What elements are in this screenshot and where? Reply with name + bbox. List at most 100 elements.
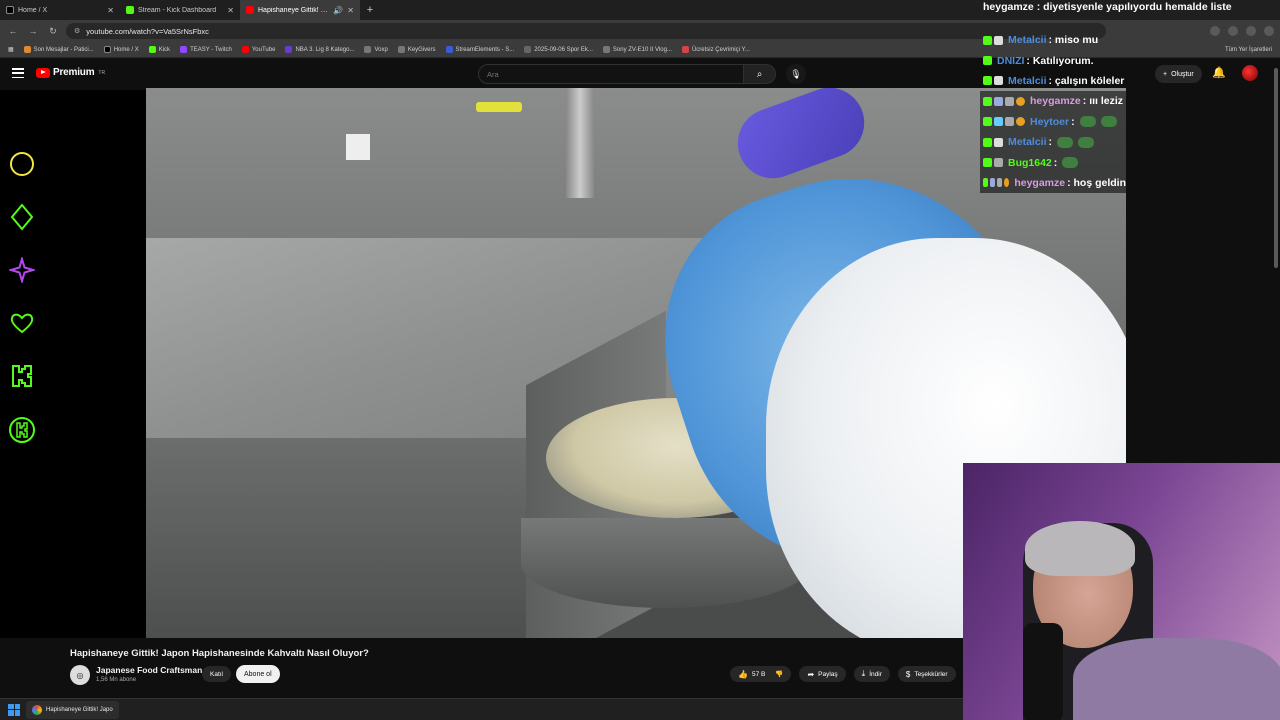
emote-icon	[1078, 136, 1095, 148]
tab-x-home[interactable]: Home / X ✕	[0, 0, 120, 20]
chat-user: Metalcii	[1008, 74, 1047, 87]
subscriber-count: 1,56 Mn abone	[96, 677, 137, 683]
chat-user: Metalcii	[1008, 34, 1047, 47]
chat-message: Heytoer :	[980, 111, 1126, 132]
thanks-label: Teşekkürler	[914, 670, 948, 678]
emote-icon	[1057, 136, 1074, 148]
youtube-logo[interactable]: Premium TR	[36, 67, 105, 78]
channel-avatar[interactable]: ◎	[70, 665, 90, 685]
chat-message: heygamze : hoş geldin	[980, 172, 1127, 194]
webcam-feed	[963, 463, 1280, 720]
bookmark-item[interactable]: YouTube	[241, 46, 275, 53]
stream-overlay-sidebar	[0, 90, 146, 638]
search-box: ⌕	[478, 64, 776, 84]
taskbar: Hapishaneye Gittik! Japo	[0, 698, 963, 720]
new-tab-button[interactable]: +	[362, 2, 378, 18]
thumbs-down-icon[interactable]: 👎	[775, 670, 783, 678]
bookmark-item[interactable]: Ücretsiz Çevrimiçi Y...	[681, 46, 750, 53]
search-icon[interactable]: ⌕	[744, 64, 776, 84]
chat-text: heygamze : diyetisyenle yapılıyordu hema…	[983, 1, 1232, 13]
search-input[interactable]	[478, 64, 744, 84]
video-actions: 👍 57 B 👎 ➦ Paylaş ⤓ İndir $ Teşekkürler	[730, 666, 956, 682]
youtube-icon	[246, 6, 254, 14]
circle-icon	[8, 150, 36, 178]
chat-message: Metalcii : çalışın köleler	[980, 71, 1280, 91]
reload-icon[interactable]: ↻	[46, 24, 60, 38]
address-bar[interactable]: ⚙ youtube.com/watch?v=Va5SrNsFbxc	[66, 23, 1106, 39]
bookmark-item[interactable]: Voxp	[364, 46, 388, 53]
chat-user: heygamze	[1030, 95, 1081, 108]
bookmark-item[interactable]: Home / X	[103, 46, 139, 53]
webcam-person-body	[1073, 638, 1280, 720]
speaker-icon[interactable]: 🔊	[333, 6, 343, 15]
kick-k-icon	[8, 362, 36, 390]
like-button[interactable]: 👍 57 B 👎	[730, 666, 792, 682]
video-frame-label	[346, 134, 370, 160]
bookmark-item[interactable]: Sony ZV-E10 II Vlog...	[602, 46, 672, 53]
star-icon	[8, 256, 36, 284]
webcam-person-hair	[1025, 521, 1135, 576]
bookmark-item[interactable]: TEASY - Twitch	[180, 46, 232, 53]
youtube-play-icon	[36, 67, 50, 78]
kick-icon	[126, 6, 134, 14]
back-icon[interactable]: ←	[6, 24, 20, 38]
close-icon[interactable]: ✕	[227, 6, 234, 15]
tab-label: Home / X	[18, 6, 48, 14]
chat-text: : çalışın köleler	[1048, 74, 1125, 87]
windows-start-icon[interactable]	[8, 703, 20, 716]
chat-message: DNIZI : Katılıyorum.	[980, 50, 1280, 70]
close-icon[interactable]: ✕	[347, 6, 354, 15]
close-icon[interactable]: ✕	[107, 6, 114, 15]
apps-icon[interactable]: ▦	[8, 46, 14, 53]
share-icon: ➦	[807, 669, 815, 679]
share-button[interactable]: ➦ Paylaş	[799, 666, 846, 682]
bookmark-item[interactable]: KeyGivers	[397, 46, 436, 53]
thanks-button[interactable]: $ Teşekkürler	[897, 666, 956, 682]
microphone-icon[interactable]: 🎙	[786, 64, 806, 84]
bookmark-item[interactable]: Son Mesajlar - Patici...	[23, 46, 94, 53]
like-count: 57 B	[751, 670, 766, 678]
download-icon: ⤓	[861, 669, 866, 678]
chat-text: : miso mu	[1048, 34, 1099, 47]
chat-user: Metalcii	[1008, 136, 1047, 149]
site-info-icon[interactable]: ⚙	[74, 27, 80, 35]
x-icon	[6, 6, 14, 14]
taskbar-item-chrome[interactable]: Hapishaneye Gittik! Japo	[26, 700, 119, 719]
chat-message: heygamze : ııı leziz	[980, 91, 1126, 112]
download-button[interactable]: ⤓ İndir	[853, 666, 890, 682]
menu-icon[interactable]	[12, 68, 24, 78]
thumbs-up-icon: 👍	[738, 669, 748, 679]
chat-text: :	[1048, 136, 1053, 149]
bookmark-item[interactable]: 2025-09-06 Spor Ek...	[524, 46, 593, 53]
heart-icon	[8, 309, 36, 337]
chat-user: heygamze	[1014, 176, 1066, 189]
video-frame-pipe	[566, 88, 594, 198]
video-info: Hapishaneye Gittik! Japon Hapishanesinde…	[0, 638, 963, 692]
emote-icon	[1100, 116, 1117, 128]
bookmark-item[interactable]: Kick	[148, 46, 170, 53]
share-label: Paylaş	[818, 670, 838, 678]
video-title: Hapishaneye Gittik! Japon Hapishanesinde…	[70, 648, 369, 659]
bookmark-item[interactable]: StreamElements - S...	[445, 46, 514, 53]
screen: Home / X ✕ Stream - Kick Dashboard ✕ Hap…	[0, 0, 1280, 720]
channel-name[interactable]: Japanese Food Craftsman	[96, 665, 202, 675]
chat-text: : hoş geldin	[1067, 176, 1127, 189]
chat-message: heygamze : diyetisyenle yapılıyordu hema…	[980, 0, 1280, 30]
forward-icon[interactable]: →	[26, 24, 40, 38]
tab-youtube-video[interactable]: Hapishaneye Gittik! Japon 🔊 ✕	[240, 0, 360, 20]
chrome-icon	[32, 704, 42, 715]
chat-user: Heytoer	[1030, 115, 1070, 128]
chat-text: :	[1053, 156, 1058, 169]
subscribe-button[interactable]: Abone ol	[236, 665, 280, 683]
url-text: youtube.com/watch?v=Va5SrNsFbxc	[86, 26, 209, 36]
bookmark-item[interactable]: NBA 3. Lig 8 Katego...	[285, 46, 354, 53]
logo-region: TR	[98, 69, 106, 76]
join-button[interactable]: Katıl	[202, 666, 232, 682]
tab-kick-dashboard[interactable]: Stream - Kick Dashboard ✕	[120, 0, 240, 20]
chat-text: :	[1071, 115, 1075, 128]
logo-text: Premium	[53, 67, 95, 78]
thanks-icon: $	[905, 669, 911, 679]
tab-label: Hapishaneye Gittik! Japon	[258, 6, 329, 14]
stream-chat-overlay: heygamze : diyetisyenle yapılıyordu hema…	[980, 0, 1280, 194]
taskbar-item-label: Hapishaneye Gittik! Japo	[46, 706, 113, 713]
